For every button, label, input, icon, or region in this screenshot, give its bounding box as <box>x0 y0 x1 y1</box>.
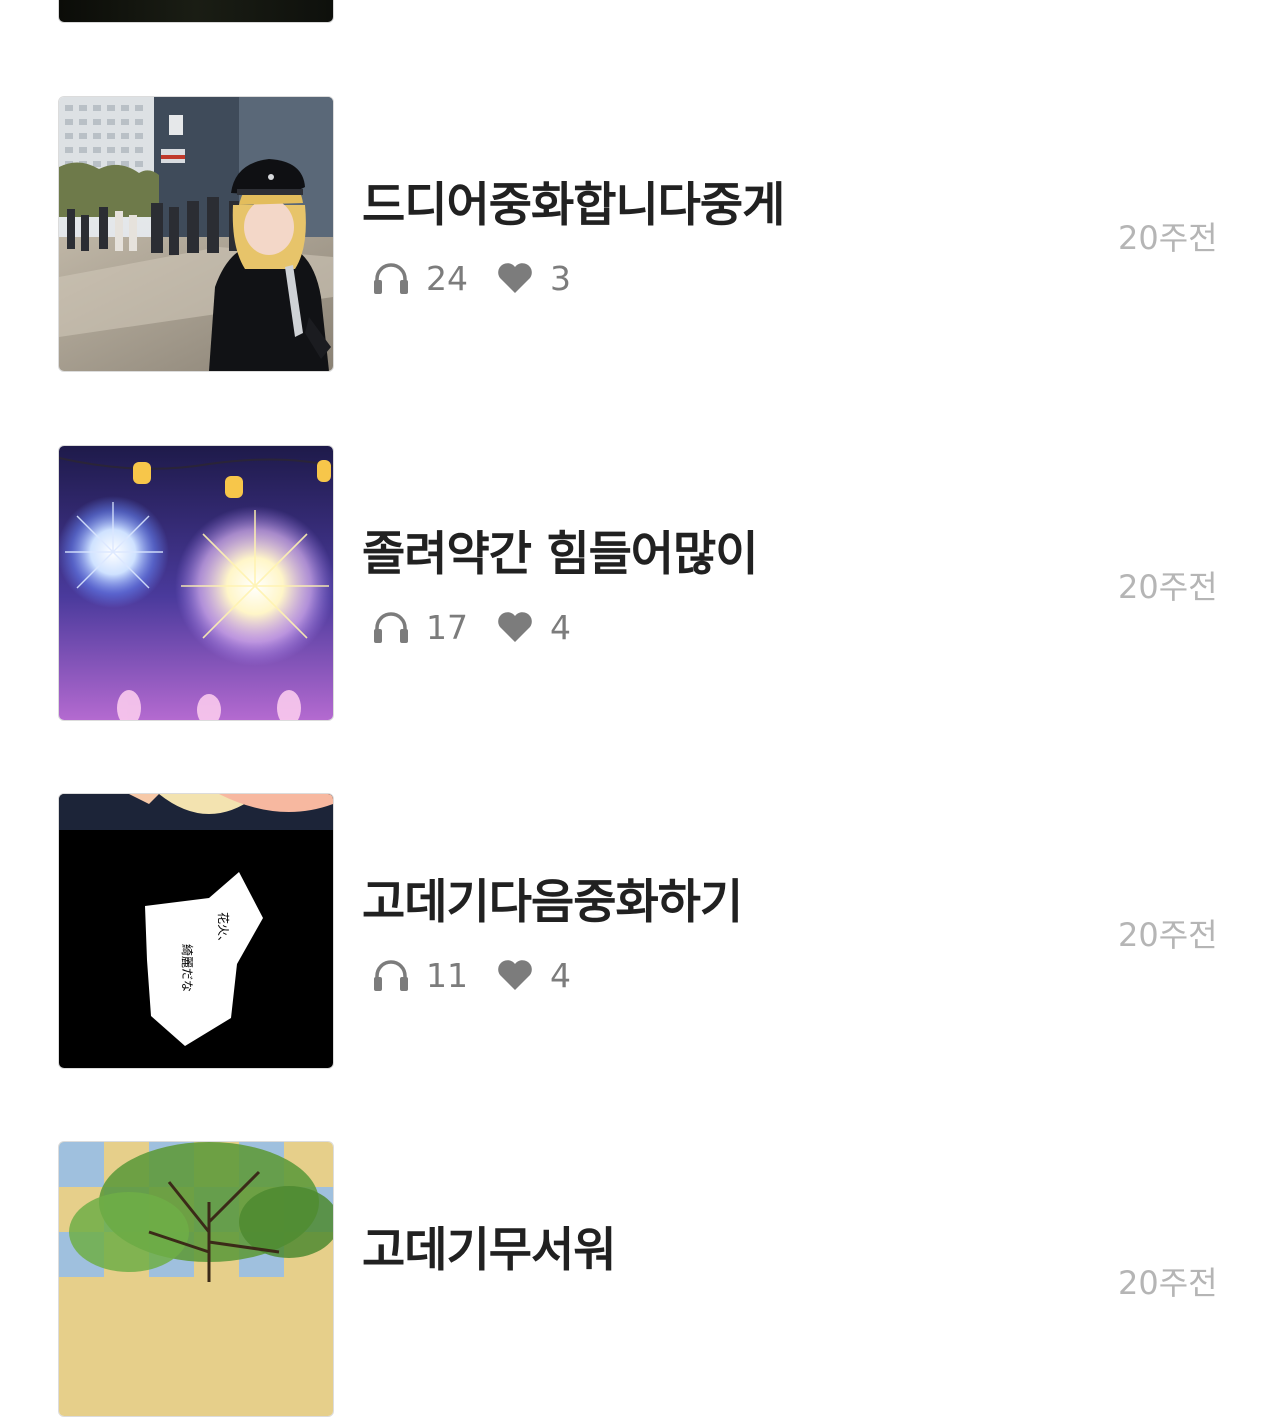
play-count: 11 <box>426 955 468 995</box>
post-thumbnail[interactable] <box>58 96 334 372</box>
post-title[interactable]: 고데기무서워 <box>362 1211 616 1280</box>
heart-icon[interactable] <box>494 607 536 647</box>
post-item[interactable]: 고데기무서워 20주전 <box>0 1141 1280 1417</box>
play-count: 17 <box>426 607 468 647</box>
post-title[interactable]: 고데기다음중화하기 <box>362 863 743 932</box>
tree-collage <box>59 1142 333 1416</box>
post-title[interactable]: 졸려약간 힘들어많이 <box>362 515 759 584</box>
post-item[interactable]: 졸려약간 힘들어많이 17 4 20주전 <box>0 445 1280 721</box>
manga-text-2: 綺麗だな <box>180 944 195 992</box>
cosplay-photo <box>59 97 333 371</box>
fireworks-illustration <box>59 446 333 720</box>
post-thumbnail[interactable] <box>58 1141 334 1417</box>
post-time: 20주전 <box>1118 916 1218 954</box>
post-thumbnail[interactable]: 花火、 綺麗だな <box>58 793 334 1069</box>
like-count: 4 <box>550 607 571 647</box>
headphones-icon <box>370 955 412 995</box>
post-item[interactable]: 花火、 綺麗だな 고데기다음중화하기 11 4 20주전 <box>0 793 1280 1069</box>
heart-icon[interactable] <box>494 258 536 298</box>
post-title[interactable]: 드디어중화합니다중게 <box>362 166 785 235</box>
post-stats: 11 4 <box>370 953 598 997</box>
post-thumbnail[interactable] <box>58 445 334 721</box>
post-feed: 드디어중화합니다중게 24 3 20주전 졸려약간 힘들어많이 17 4 20주… <box>0 0 1280 1417</box>
post-time: 20주전 <box>1118 219 1218 257</box>
post-thumbnail-previous[interactable] <box>58 0 334 23</box>
post-item[interactable]: 드디어중화합니다중게 24 3 20주전 <box>0 96 1280 372</box>
headphones-icon <box>370 607 412 647</box>
post-time: 20주전 <box>1118 1264 1218 1302</box>
like-count: 4 <box>550 955 571 995</box>
heart-icon[interactable] <box>494 955 536 995</box>
manga-text-1: 花火、 <box>216 912 231 948</box>
headphones-icon <box>370 258 412 298</box>
post-time: 20주전 <box>1118 568 1218 606</box>
manga-panel: 花火、 綺麗だな <box>59 794 333 1068</box>
post-stats: 17 4 <box>370 605 598 649</box>
like-count: 3 <box>550 258 571 298</box>
post-stats: 24 3 <box>370 256 598 300</box>
play-count: 24 <box>426 258 468 298</box>
